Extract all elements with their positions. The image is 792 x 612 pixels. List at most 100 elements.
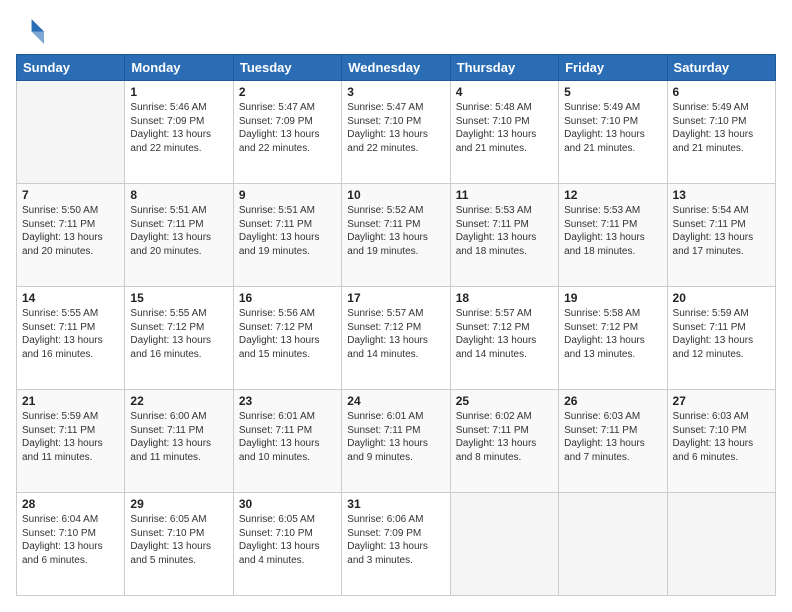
day-number: 2 <box>239 85 336 99</box>
calendar-cell: 10 Sunrise: 5:52 AMSunset: 7:11 PMDayligh… <box>342 184 450 287</box>
day-number: 26 <box>564 394 661 408</box>
calendar-cell: 1 Sunrise: 5:46 AMSunset: 7:09 PMDaylight… <box>125 81 233 184</box>
day-info: Sunrise: 6:06 AMSunset: 7:09 PMDaylight:… <box>347 513 444 567</box>
day-info: Sunrise: 6:03 AMSunset: 7:10 PMDaylight:… <box>673 410 770 464</box>
day-number: 28 <box>22 497 119 511</box>
day-info: Sunrise: 5:48 AMSunset: 7:10 PMDaylight:… <box>456 101 553 155</box>
calendar-cell: 27 Sunrise: 6:03 AMSunset: 7:10 PMDayligh… <box>667 390 775 493</box>
day-info: Sunrise: 5:57 AMSunset: 7:12 PMDaylight:… <box>347 307 444 361</box>
weekday-header-wednesday: Wednesday <box>342 55 450 81</box>
calendar-table: SundayMondayTuesdayWednesdayThursdayFrid… <box>16 54 776 596</box>
day-info: Sunrise: 5:54 AMSunset: 7:11 PMDaylight:… <box>673 204 770 258</box>
weekday-header-monday: Monday <box>125 55 233 81</box>
day-number: 12 <box>564 188 661 202</box>
day-info: Sunrise: 6:01 AMSunset: 7:11 PMDaylight:… <box>347 410 444 464</box>
day-number: 5 <box>564 85 661 99</box>
logo <box>16 16 48 44</box>
day-number: 13 <box>673 188 770 202</box>
calendar-cell: 12 Sunrise: 5:53 AMSunset: 7:11 PMDayligh… <box>559 184 667 287</box>
day-number: 17 <box>347 291 444 305</box>
day-info: Sunrise: 5:59 AMSunset: 7:11 PMDaylight:… <box>673 307 770 361</box>
day-info: Sunrise: 6:05 AMSunset: 7:10 PMDaylight:… <box>130 513 227 567</box>
day-info: Sunrise: 5:53 AMSunset: 7:11 PMDaylight:… <box>456 204 553 258</box>
day-info: Sunrise: 5:58 AMSunset: 7:12 PMDaylight:… <box>564 307 661 361</box>
calendar-cell: 16Sunrise: 5:56 AMSunset: 7:12 PMDayligh… <box>233 287 341 390</box>
calendar-week-row: 14 Sunrise: 5:55 AMSunset: 7:11 PMDayligh… <box>17 287 776 390</box>
calendar-cell: 11 Sunrise: 5:53 AMSunset: 7:11 PMDayligh… <box>450 184 558 287</box>
calendar-cell: 22 Sunrise: 6:00 AMSunset: 7:11 PMDayligh… <box>125 390 233 493</box>
calendar-cell: 18 Sunrise: 5:57 AMSunset: 7:12 PMDayligh… <box>450 287 558 390</box>
calendar-cell: 5Sunrise: 5:49 AMSunset: 7:10 PMDaylight… <box>559 81 667 184</box>
day-number: 20 <box>673 291 770 305</box>
calendar-cell: 28 Sunrise: 6:04 AMSunset: 7:10 PMDayligh… <box>17 493 125 596</box>
calendar-week-row: 1 Sunrise: 5:46 AMSunset: 7:09 PMDaylight… <box>17 81 776 184</box>
calendar-cell: 30 Sunrise: 6:05 AMSunset: 7:10 PMDayligh… <box>233 493 341 596</box>
calendar-cell: 23Sunrise: 6:01 AMSunset: 7:11 PMDayligh… <box>233 390 341 493</box>
day-info: Sunrise: 6:04 AMSunset: 7:10 PMDaylight:… <box>22 513 119 567</box>
weekday-header-saturday: Saturday <box>667 55 775 81</box>
day-info: Sunrise: 5:55 AMSunset: 7:11 PMDaylight:… <box>22 307 119 361</box>
day-number: 14 <box>22 291 119 305</box>
calendar-cell: 24 Sunrise: 6:01 AMSunset: 7:11 PMDayligh… <box>342 390 450 493</box>
day-number: 22 <box>130 394 227 408</box>
day-number: 11 <box>456 188 553 202</box>
day-info: Sunrise: 5:56 AMSunset: 7:12 PMDaylight:… <box>239 307 336 361</box>
weekday-header-tuesday: Tuesday <box>233 55 341 81</box>
day-info: Sunrise: 5:55 AMSunset: 7:12 PMDaylight:… <box>130 307 227 361</box>
day-number: 9 <box>239 188 336 202</box>
day-info: Sunrise: 5:47 AMSunset: 7:10 PMDaylight:… <box>347 101 444 155</box>
calendar-cell: 8Sunrise: 5:51 AMSunset: 7:11 PMDaylight… <box>125 184 233 287</box>
day-info: Sunrise: 5:46 AMSunset: 7:09 PMDaylight:… <box>130 101 227 155</box>
day-info: Sunrise: 5:57 AMSunset: 7:12 PMDaylight:… <box>456 307 553 361</box>
day-number: 4 <box>456 85 553 99</box>
day-info: Sunrise: 6:03 AMSunset: 7:11 PMDaylight:… <box>564 410 661 464</box>
calendar-cell <box>450 493 558 596</box>
day-info: Sunrise: 6:05 AMSunset: 7:10 PMDaylight:… <box>239 513 336 567</box>
day-info: Sunrise: 6:02 AMSunset: 7:11 PMDaylight:… <box>456 410 553 464</box>
calendar-cell: 21Sunrise: 5:59 AMSunset: 7:11 PMDayligh… <box>17 390 125 493</box>
day-number: 6 <box>673 85 770 99</box>
calendar-cell: 6 Sunrise: 5:49 AMSunset: 7:10 PMDaylight… <box>667 81 775 184</box>
calendar-cell: 29 Sunrise: 6:05 AMSunset: 7:10 PMDayligh… <box>125 493 233 596</box>
day-number: 19 <box>564 291 661 305</box>
header <box>16 16 776 44</box>
day-number: 24 <box>347 394 444 408</box>
weekday-row: SundayMondayTuesdayWednesdayThursdayFrid… <box>17 55 776 81</box>
weekday-header-thursday: Thursday <box>450 55 558 81</box>
calendar-cell: 9Sunrise: 5:51 AMSunset: 7:11 PMDaylight… <box>233 184 341 287</box>
calendar-cell <box>559 493 667 596</box>
calendar-cell: 13 Sunrise: 5:54 AMSunset: 7:11 PMDayligh… <box>667 184 775 287</box>
calendar-cell <box>667 493 775 596</box>
calendar-cell: 7Sunrise: 5:50 AMSunset: 7:11 PMDaylight… <box>17 184 125 287</box>
day-number: 18 <box>456 291 553 305</box>
day-number: 29 <box>130 497 227 511</box>
logo-icon <box>16 16 44 44</box>
day-info: Sunrise: 6:00 AMSunset: 7:11 PMDaylight:… <box>130 410 227 464</box>
day-info: Sunrise: 5:50 AMSunset: 7:11 PMDaylight:… <box>22 204 119 258</box>
day-number: 1 <box>130 85 227 99</box>
day-number: 10 <box>347 188 444 202</box>
weekday-header-friday: Friday <box>559 55 667 81</box>
calendar-cell: 3 Sunrise: 5:47 AMSunset: 7:10 PMDaylight… <box>342 81 450 184</box>
calendar-week-row: 7Sunrise: 5:50 AMSunset: 7:11 PMDaylight… <box>17 184 776 287</box>
day-info: Sunrise: 5:47 AMSunset: 7:09 PMDaylight:… <box>239 101 336 155</box>
calendar-cell: 2 Sunrise: 5:47 AMSunset: 7:09 PMDaylight… <box>233 81 341 184</box>
calendar-cell: 20 Sunrise: 5:59 AMSunset: 7:11 PMDayligh… <box>667 287 775 390</box>
day-info: Sunrise: 5:53 AMSunset: 7:11 PMDaylight:… <box>564 204 661 258</box>
calendar-cell <box>17 81 125 184</box>
weekday-header-sunday: Sunday <box>17 55 125 81</box>
day-info: Sunrise: 5:52 AMSunset: 7:11 PMDaylight:… <box>347 204 444 258</box>
calendar-cell: 19 Sunrise: 5:58 AMSunset: 7:12 PMDayligh… <box>559 287 667 390</box>
calendar-week-row: 21Sunrise: 5:59 AMSunset: 7:11 PMDayligh… <box>17 390 776 493</box>
day-number: 30 <box>239 497 336 511</box>
calendar-cell: 31Sunrise: 6:06 AMSunset: 7:09 PMDayligh… <box>342 493 450 596</box>
calendar-cell: 14 Sunrise: 5:55 AMSunset: 7:11 PMDayligh… <box>17 287 125 390</box>
day-number: 27 <box>673 394 770 408</box>
day-number: 3 <box>347 85 444 99</box>
day-number: 15 <box>130 291 227 305</box>
day-info: Sunrise: 5:59 AMSunset: 7:11 PMDaylight:… <box>22 410 119 464</box>
day-info: Sunrise: 5:49 AMSunset: 7:10 PMDaylight:… <box>673 101 770 155</box>
day-number: 8 <box>130 188 227 202</box>
calendar-cell: 25Sunrise: 6:02 AMSunset: 7:11 PMDayligh… <box>450 390 558 493</box>
calendar-cell: 4 Sunrise: 5:48 AMSunset: 7:10 PMDaylight… <box>450 81 558 184</box>
